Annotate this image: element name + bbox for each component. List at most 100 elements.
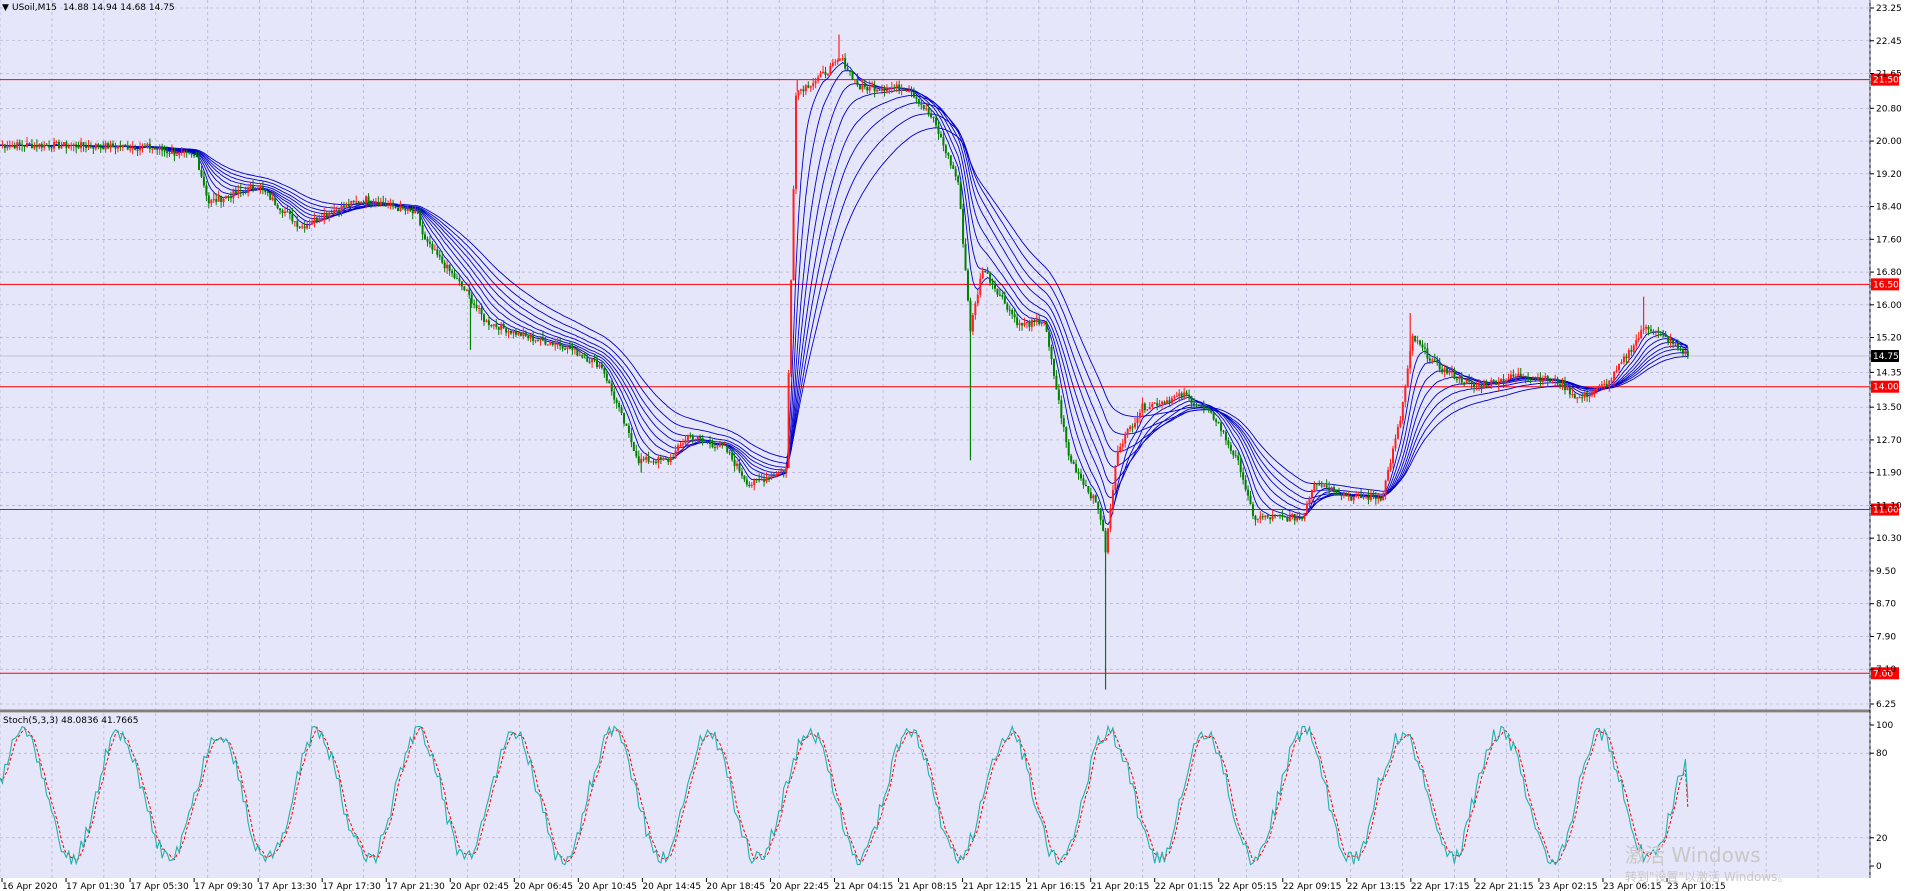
candle-body xyxy=(704,440,707,442)
candle-body xyxy=(935,117,938,126)
candle-body xyxy=(1087,485,1090,493)
candle-body xyxy=(330,212,333,214)
candle-body xyxy=(775,474,778,476)
candle-body xyxy=(175,155,178,157)
candle-body xyxy=(1563,381,1566,391)
candle-body xyxy=(1249,495,1252,505)
candle-body xyxy=(991,282,994,285)
candle-body xyxy=(974,303,977,316)
candle-body xyxy=(392,202,395,207)
candle-body xyxy=(436,249,439,256)
candle-body xyxy=(876,89,879,92)
candle-body xyxy=(650,461,653,463)
candle-body xyxy=(207,195,210,204)
candle-body xyxy=(40,143,43,148)
candle-body xyxy=(1635,339,1638,346)
candle-body xyxy=(532,335,535,342)
price-tick-label: 11.90 xyxy=(1876,469,1902,479)
candle-body xyxy=(163,150,166,152)
candle-body xyxy=(1676,343,1679,349)
candle-body xyxy=(185,151,188,153)
candle-body xyxy=(1615,370,1618,372)
candle-body xyxy=(831,62,834,66)
candle-body xyxy=(448,264,451,271)
candle-body xyxy=(1146,409,1149,411)
chart-menu-icon[interactable]: ▼ xyxy=(2,3,9,13)
candle-body xyxy=(681,443,684,445)
candle-body xyxy=(1369,494,1372,500)
candle-body xyxy=(1662,333,1665,336)
candle-body xyxy=(745,479,748,485)
candle-body xyxy=(1168,400,1171,403)
candle-body xyxy=(318,219,321,222)
candle-body xyxy=(1350,496,1353,501)
candle-body xyxy=(770,475,773,479)
candle-body xyxy=(1227,440,1230,445)
candle-body xyxy=(1539,377,1542,382)
candle-body xyxy=(731,452,734,460)
candle-body xyxy=(1158,404,1161,406)
candle-body xyxy=(1261,516,1264,518)
candle-body xyxy=(323,213,326,220)
candle-body xyxy=(608,380,611,384)
candle-body xyxy=(998,294,1001,296)
candle-body xyxy=(669,458,672,463)
candle-body xyxy=(1411,335,1414,351)
candle-body xyxy=(65,142,68,148)
candle-body xyxy=(1288,515,1291,522)
candle-body xyxy=(409,208,412,211)
candle-body xyxy=(355,201,358,203)
candle-body xyxy=(1264,515,1267,518)
candle-body xyxy=(699,436,702,439)
candle-body xyxy=(1487,385,1490,387)
candle-body xyxy=(1586,392,1589,397)
candle-body xyxy=(1266,515,1269,518)
candle-body xyxy=(706,441,709,443)
candle-body xyxy=(212,199,215,201)
candle-body xyxy=(1505,380,1508,383)
candle-body xyxy=(758,479,761,481)
candle-body xyxy=(630,433,633,443)
candle-body xyxy=(382,201,385,204)
candle-body xyxy=(1595,386,1598,392)
candle-body xyxy=(1603,383,1606,385)
candle-body xyxy=(1210,410,1213,413)
candle-body xyxy=(254,189,257,191)
candle-body xyxy=(136,149,139,151)
time-tick-label: 17 Apr 05:30 xyxy=(130,882,189,891)
candle-body xyxy=(1534,377,1537,379)
candle-body xyxy=(696,436,699,440)
candle-body xyxy=(1583,392,1586,398)
candle-body xyxy=(863,84,866,88)
candle-body xyxy=(1306,504,1309,513)
candle-body xyxy=(1522,375,1525,377)
candle-body xyxy=(119,145,122,148)
candle-body xyxy=(529,335,532,339)
candle-body xyxy=(517,332,520,335)
candle-body xyxy=(342,205,345,207)
candle-body xyxy=(763,479,766,482)
candle-body xyxy=(686,435,689,441)
candle-body xyxy=(1544,376,1547,381)
candle-body xyxy=(365,196,368,204)
candle-body xyxy=(1608,380,1611,387)
candle-body xyxy=(635,450,638,457)
candle-body xyxy=(1222,430,1225,433)
candle-body xyxy=(84,146,87,148)
candle-body xyxy=(841,58,844,60)
candle-body xyxy=(1141,403,1144,413)
candle-body xyxy=(1450,371,1453,373)
price-tick-label: 19.20 xyxy=(1876,170,1902,180)
candle-body xyxy=(1627,350,1630,359)
candle-body xyxy=(60,145,63,149)
candle-body xyxy=(883,89,886,92)
candle-body xyxy=(1490,380,1493,386)
candle-body xyxy=(795,95,798,190)
candle-body xyxy=(1298,517,1301,519)
candle-body xyxy=(11,145,14,147)
candle-body xyxy=(591,359,594,363)
candle-body xyxy=(507,330,510,333)
candle-body xyxy=(539,337,542,341)
candle-body xyxy=(755,479,758,481)
candle-body xyxy=(541,337,544,341)
